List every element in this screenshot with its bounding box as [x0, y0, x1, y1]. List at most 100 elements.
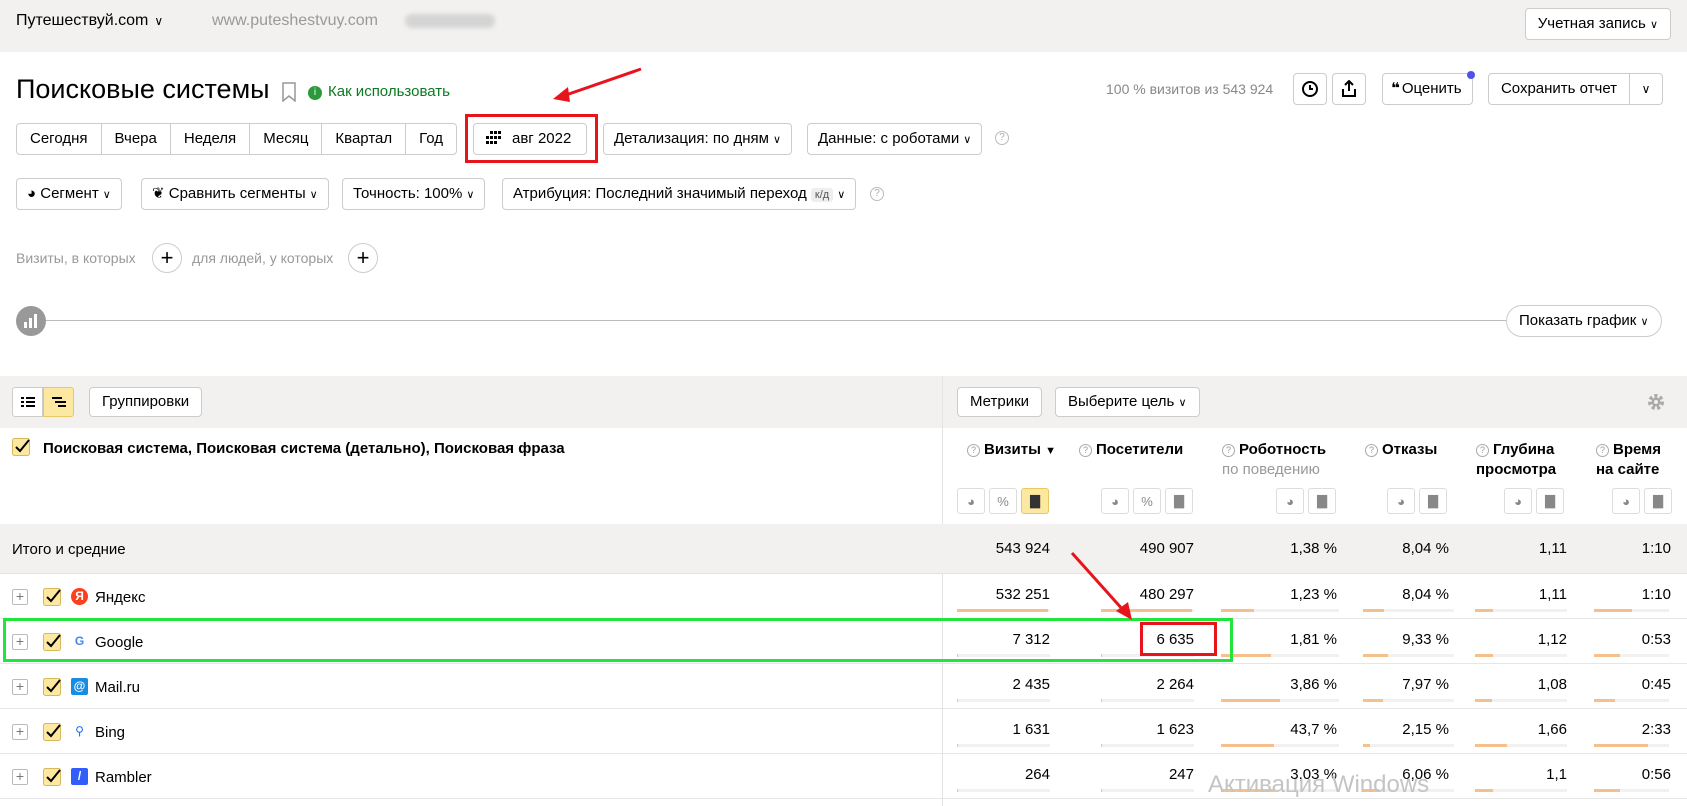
- add-people-filter-button[interactable]: +: [348, 243, 378, 273]
- graph-icon[interactable]: [16, 306, 46, 336]
- data-dropdown[interactable]: Данные: с роботами ∨: [807, 123, 983, 155]
- table-cell: 1,11: [1538, 586, 1567, 603]
- bar-view-button[interactable]: ▇: [1419, 488, 1447, 514]
- bar-view-button[interactable]: ▇: [1165, 488, 1193, 514]
- account-button[interactable]: Учетная запись ∨: [1524, 8, 1671, 40]
- pie-view-button[interactable]: ◕: [1276, 488, 1304, 514]
- show-graph-button[interactable]: Показать график ∨: [1506, 305, 1662, 337]
- chevron-down-icon: ∨: [1641, 82, 1651, 96]
- totals-label: Итого и средние: [12, 541, 126, 558]
- groupings-button[interactable]: Группировки: [89, 387, 203, 417]
- segment-dropdown[interactable]: ◕ Сегмент ∨: [16, 178, 122, 210]
- column-title: Визиты: [984, 441, 1041, 458]
- bar-chart-icon: ▇: [1030, 493, 1040, 508]
- segment-label: Сегмент: [40, 185, 99, 202]
- help-icon[interactable]: ?: [1365, 444, 1378, 457]
- period-quarter[interactable]: Квартал: [322, 124, 407, 154]
- row-checkbox[interactable]: [43, 678, 61, 696]
- pie-view-button[interactable]: ◕: [1504, 488, 1532, 514]
- help-icon[interactable]: ?: [1596, 444, 1609, 457]
- pie-view-button[interactable]: ◕: [1101, 488, 1129, 514]
- goal-dropdown[interactable]: Выберите цель ∨: [1055, 387, 1200, 417]
- pie-icon: ◕: [27, 185, 37, 202]
- table-cell: 43,7 %: [1290, 721, 1337, 738]
- site-selector[interactable]: Путешествуй.com ∨: [16, 12, 163, 30]
- expand-row-button[interactable]: +: [12, 679, 28, 695]
- table-cell: 532 251: [995, 586, 1050, 603]
- select-all-checkbox[interactable]: [12, 438, 30, 456]
- google-row-highlight-box: [3, 618, 1233, 662]
- detail-dropdown[interactable]: Детализация: по дням ∨: [603, 123, 792, 155]
- period-selector: Сегодня Вчера Неделя Месяц Квартал Год: [16, 123, 458, 155]
- bookmark-icon[interactable]: [282, 82, 296, 102]
- bar-chart-icon: ▇: [1545, 493, 1555, 508]
- metrics-button[interactable]: Метрики: [957, 387, 1043, 417]
- column-header-time[interactable]: ? Время на сайте: [1596, 440, 1676, 480]
- bar-view-button[interactable]: ▇: [1308, 488, 1336, 514]
- save-report-button[interactable]: Сохранить отчет: [1488, 73, 1630, 105]
- column-header-bounces[interactable]: ? Отказы: [1365, 440, 1437, 460]
- column-header-robots[interactable]: ? Роботность по поведению: [1222, 440, 1326, 480]
- engine-name[interactable]: Mail.ru: [95, 679, 140, 696]
- percent-view-button[interactable]: %: [989, 488, 1017, 514]
- value-bar-track: [1594, 744, 1669, 747]
- value-bar-track: [1101, 699, 1194, 702]
- how-to-use-link[interactable]: i Как использовать: [308, 83, 450, 100]
- column-header-visitors[interactable]: ? Посетители: [1079, 440, 1183, 460]
- percent-view-button[interactable]: %: [1133, 488, 1161, 514]
- value-bar: [1475, 654, 1493, 657]
- column-header-visits[interactable]: ? Визиты ▼: [967, 440, 1056, 461]
- info-icon: i: [308, 86, 322, 100]
- tree-view-button[interactable]: [43, 387, 74, 417]
- row-checkbox[interactable]: [43, 588, 61, 606]
- value-bar-track: [1594, 789, 1669, 792]
- add-visit-filter-button[interactable]: +: [152, 243, 182, 273]
- table-cell: 3,86 %: [1290, 676, 1337, 693]
- pie-view-button[interactable]: ◕: [1612, 488, 1640, 514]
- gear-icon[interactable]: [1646, 392, 1666, 412]
- engine-name[interactable]: Bing: [95, 724, 125, 741]
- list-view-button[interactable]: [12, 387, 43, 417]
- pie-view-button[interactable]: ◕: [957, 488, 985, 514]
- attribution-dropdown[interactable]: Атрибуция: Последний значимый переход к/…: [502, 178, 857, 210]
- help-icon[interactable]: ?: [967, 444, 980, 457]
- period-month[interactable]: Месяц: [250, 124, 323, 154]
- save-report-menu-button[interactable]: ∨: [1629, 73, 1663, 105]
- compare-segments-dropdown[interactable]: ❦ Сравнить сегменты ∨: [141, 178, 329, 210]
- period-today[interactable]: Сегодня: [17, 124, 102, 154]
- share-button[interactable]: [1332, 73, 1366, 105]
- column-header-depth[interactable]: ? Глубина просмотра: [1476, 440, 1571, 480]
- history-button[interactable]: [1293, 73, 1327, 105]
- period-yesterday[interactable]: Вчера: [102, 124, 171, 154]
- value-bar: [1475, 744, 1507, 747]
- bar-view-button[interactable]: ▇: [1021, 488, 1049, 514]
- help-icon[interactable]: ?: [1222, 444, 1235, 457]
- help-icon[interactable]: ?: [1476, 444, 1489, 457]
- table-cell: 2 264: [1156, 676, 1194, 693]
- expand-row-button[interactable]: +: [12, 724, 28, 740]
- accuracy-dropdown[interactable]: Точность: 100% ∨: [342, 178, 486, 210]
- help-icon[interactable]: ?: [870, 187, 884, 201]
- table-cell: 264: [1024, 766, 1050, 783]
- pie-view-button[interactable]: ◕: [1387, 488, 1415, 514]
- value-bar: [1475, 699, 1492, 702]
- graph-divider: [44, 320, 1506, 321]
- rate-button[interactable]: ❝ Оценить: [1382, 71, 1475, 105]
- column-title: Роботность: [1239, 441, 1327, 458]
- period-year[interactable]: Год: [406, 124, 456, 154]
- bar-view-button[interactable]: ▇: [1536, 488, 1564, 514]
- value-bar: [1101, 744, 1102, 747]
- expand-row-button[interactable]: +: [12, 769, 28, 785]
- help-icon[interactable]: ?: [1079, 444, 1092, 457]
- bar-chart-icon: [24, 314, 37, 328]
- row-checkbox[interactable]: [43, 723, 61, 741]
- row-checkbox[interactable]: [43, 768, 61, 786]
- value-bar-track: [1475, 744, 1567, 747]
- help-icon[interactable]: ?: [995, 131, 1009, 145]
- bar-view-button[interactable]: ▇: [1644, 488, 1672, 514]
- engine-name[interactable]: Rambler: [95, 769, 152, 786]
- quote-icon: ❝: [1391, 80, 1400, 97]
- engine-name[interactable]: Яндекс: [95, 589, 145, 606]
- expand-row-button[interactable]: +: [12, 589, 28, 605]
- period-week[interactable]: Неделя: [171, 124, 251, 154]
